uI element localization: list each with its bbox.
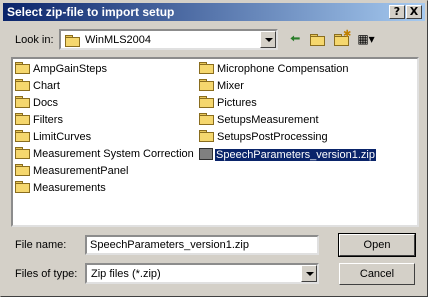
zip-file-icon	[199, 148, 213, 160]
list-item[interactable]: Measurements	[15, 180, 106, 196]
folder-icon	[65, 35, 80, 47]
folder-icon	[199, 113, 214, 125]
title-bar[interactable]: Select zip-file to import setup ? X	[3, 3, 425, 21]
list-item[interactable]: AmpGainSteps	[15, 61, 107, 77]
file-dialog: Select zip-file to import setup ? X Look…	[0, 0, 428, 297]
chevron-down-icon[interactable]	[301, 265, 317, 282]
list-item[interactable]: Docs	[15, 95, 58, 111]
lookin-combo[interactable]: WinMLS2004	[59, 29, 278, 50]
filetype-label: Files of type:	[15, 268, 78, 280]
back-arrow-icon[interactable]: 🠨	[285, 29, 305, 49]
chevron-down-icon[interactable]	[260, 31, 276, 48]
list-item[interactable]: Measurement System Correction	[15, 146, 194, 162]
filetype-select[interactable]: Zip files (*.zip)	[85, 263, 319, 284]
view-menu-icon[interactable]: ▦▾	[353, 29, 379, 49]
folder-icon	[15, 147, 30, 159]
up-folder-icon[interactable]	[307, 29, 327, 49]
list-item[interactable]: SetupsMeasurement	[199, 112, 319, 128]
folder-icon	[15, 113, 30, 125]
folder-icon	[15, 164, 30, 176]
filename-input[interactable]: SpeechParameters_version1.zip	[85, 235, 319, 255]
selected-file-item[interactable]: SpeechParameters_version1.zip	[199, 146, 377, 162]
folder-icon	[15, 79, 30, 91]
folder-icon	[199, 79, 214, 91]
list-item[interactable]: Mixer	[199, 78, 244, 94]
file-list[interactable]: AmpGainSteps Chart Docs Filters LimitCur…	[11, 57, 419, 227]
folder-icon	[15, 62, 30, 74]
folder-icon	[15, 181, 30, 193]
list-item[interactable]: SetupsPostProcessing	[199, 129, 328, 145]
folder-icon	[15, 130, 30, 142]
help-button[interactable]: ?	[389, 5, 405, 19]
list-item[interactable]: Pictures	[199, 95, 257, 111]
filename-value: SpeechParameters_version1.zip	[90, 239, 249, 251]
list-item[interactable]: MeasurementPanel	[15, 163, 128, 179]
filetype-value: Zip files (*.zip)	[91, 268, 161, 280]
lookin-label: Look in:	[15, 34, 54, 46]
list-item[interactable]: Filters	[15, 112, 63, 128]
open-button[interactable]: Open	[338, 233, 416, 257]
folder-icon	[199, 62, 214, 74]
folder-icon	[199, 96, 214, 108]
close-button[interactable]: X	[406, 5, 422, 19]
filename-label: File name:	[15, 239, 67, 251]
cancel-button[interactable]: Cancel	[339, 263, 415, 285]
folder-icon	[15, 96, 30, 108]
list-item[interactable]: Chart	[15, 78, 60, 94]
list-item[interactable]: LimitCurves	[15, 129, 91, 145]
dialog-title: Select zip-file to import setup	[7, 5, 175, 19]
folder-icon	[199, 130, 214, 142]
list-item[interactable]: Microphone Compensation	[199, 61, 348, 77]
new-folder-icon[interactable]: ✱	[331, 29, 351, 49]
lookin-value: WinMLS2004	[85, 34, 152, 46]
